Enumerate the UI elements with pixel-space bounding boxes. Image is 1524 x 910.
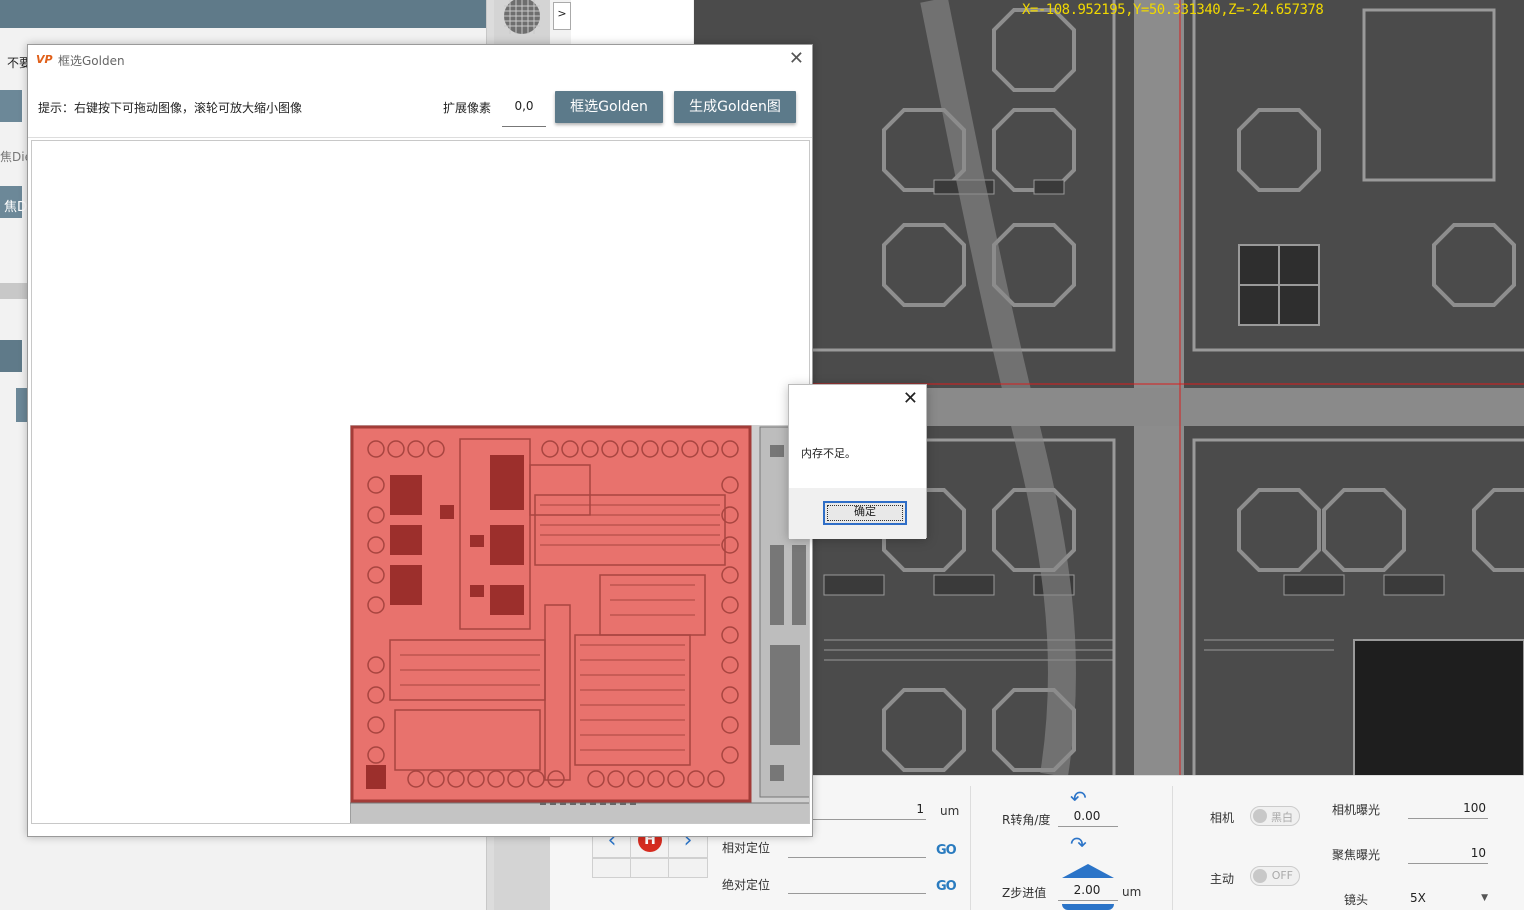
rotate-cw-icon[interactable]: ↷ bbox=[1070, 832, 1087, 856]
hint-text: 提示：右键按下可拖动图像，滚轮可放大缩小图像 bbox=[38, 101, 303, 115]
collapse-button[interactable]: > bbox=[553, 2, 571, 30]
expand-pixels-label: 扩展像素 bbox=[443, 101, 492, 115]
z-step-input[interactable]: 2.00 bbox=[1058, 879, 1118, 901]
active-toggle-text: OFF bbox=[1271, 869, 1293, 882]
active-toggle[interactable]: OFF bbox=[1250, 866, 1300, 886]
chevron-down-icon: ▼ bbox=[1481, 893, 1488, 903]
rotation-input[interactable]: 0.00 bbox=[1058, 805, 1118, 827]
lens-select-value: 5X bbox=[1410, 891, 1426, 905]
absolute-position-input[interactable] bbox=[788, 872, 926, 894]
die-image[interactable] bbox=[349, 425, 809, 823]
camera-mode-text: 黑白 bbox=[1271, 811, 1293, 824]
absolute-position-label: 绝对定位 bbox=[722, 878, 771, 892]
camera-label: 相机 bbox=[1210, 811, 1235, 825]
left-partial-text-3: 焦D bbox=[4, 200, 28, 215]
die-image-graphic bbox=[349, 425, 809, 823]
move-down-button[interactable] bbox=[630, 858, 670, 878]
rotation-label: R转角/度 bbox=[1002, 813, 1051, 827]
wafer-map-icon[interactable] bbox=[502, 0, 542, 36]
z-down-icon[interactable] bbox=[1062, 904, 1114, 910]
stage-coordinates: X=-108.952195,Y=50.331340,Z=-24.657378 bbox=[1022, 2, 1324, 18]
active-label: 主动 bbox=[1210, 872, 1235, 886]
close-icon[interactable]: ✕ bbox=[789, 49, 804, 69]
error-message-box: ✕ 内存不足。 确定 bbox=[788, 384, 927, 539]
select-golden-dialog: VP 框选Golden ✕ 提示：右键按下可拖动图像，滚轮可放大缩小图像 扩展像… bbox=[27, 44, 813, 837]
divider bbox=[970, 786, 971, 910]
divider bbox=[1172, 786, 1173, 910]
camera-exposure-input[interactable]: 100 bbox=[1408, 797, 1488, 819]
expand-pixels-input[interactable]: 0,0 bbox=[502, 94, 546, 127]
close-icon[interactable]: ✕ bbox=[903, 388, 918, 409]
focus-exposure-label: 聚焦曝光 bbox=[1332, 848, 1381, 862]
absolute-go-button[interactable]: GO bbox=[936, 879, 960, 895]
dialog-title: 框选Golden bbox=[58, 54, 125, 68]
lens-label: 镜头 bbox=[1344, 893, 1369, 907]
relative-position-label: 相对定位 bbox=[722, 841, 771, 855]
camera-exposure-label: 相机曝光 bbox=[1332, 803, 1381, 817]
select-golden-button[interactable]: 框选Golden bbox=[555, 91, 663, 123]
focus-exposure-input[interactable]: 10 bbox=[1408, 842, 1488, 864]
toggle-knob bbox=[1253, 869, 1267, 883]
z-step-unit: um bbox=[1122, 885, 1142, 899]
ok-button[interactable]: 确定 bbox=[823, 501, 907, 525]
app-logo-icon: VP bbox=[36, 53, 53, 66]
main-window-header-bar bbox=[0, 0, 486, 28]
top-white-area bbox=[571, 0, 693, 44]
z-up-icon[interactable] bbox=[1062, 864, 1114, 878]
image-canvas[interactable] bbox=[31, 140, 810, 824]
left-stub-strip bbox=[0, 283, 28, 299]
z-step-label: Z步进值 bbox=[1002, 886, 1047, 900]
camera-mode-toggle[interactable]: 黑白 bbox=[1250, 806, 1300, 826]
relative-go-button[interactable]: GO bbox=[936, 843, 960, 859]
dialog-titlebar[interactable]: VP 框选Golden ✕ bbox=[28, 45, 812, 75]
lens-select[interactable]: 5X ▼ bbox=[1408, 887, 1490, 909]
left-stub-button[interactable] bbox=[0, 90, 22, 122]
message-text: 内存不足。 bbox=[801, 447, 856, 460]
step-unit: um bbox=[940, 804, 960, 818]
divider bbox=[28, 137, 812, 138]
move-down-left-button[interactable] bbox=[592, 858, 632, 878]
toggle-knob bbox=[1253, 809, 1267, 823]
relative-position-input[interactable] bbox=[788, 836, 926, 858]
message-footer: 确定 bbox=[789, 488, 926, 539]
left-stub-bar bbox=[0, 340, 22, 372]
generate-golden-button[interactable]: 生成Golden图 bbox=[674, 91, 796, 123]
move-down-right-button[interactable] bbox=[668, 858, 708, 878]
